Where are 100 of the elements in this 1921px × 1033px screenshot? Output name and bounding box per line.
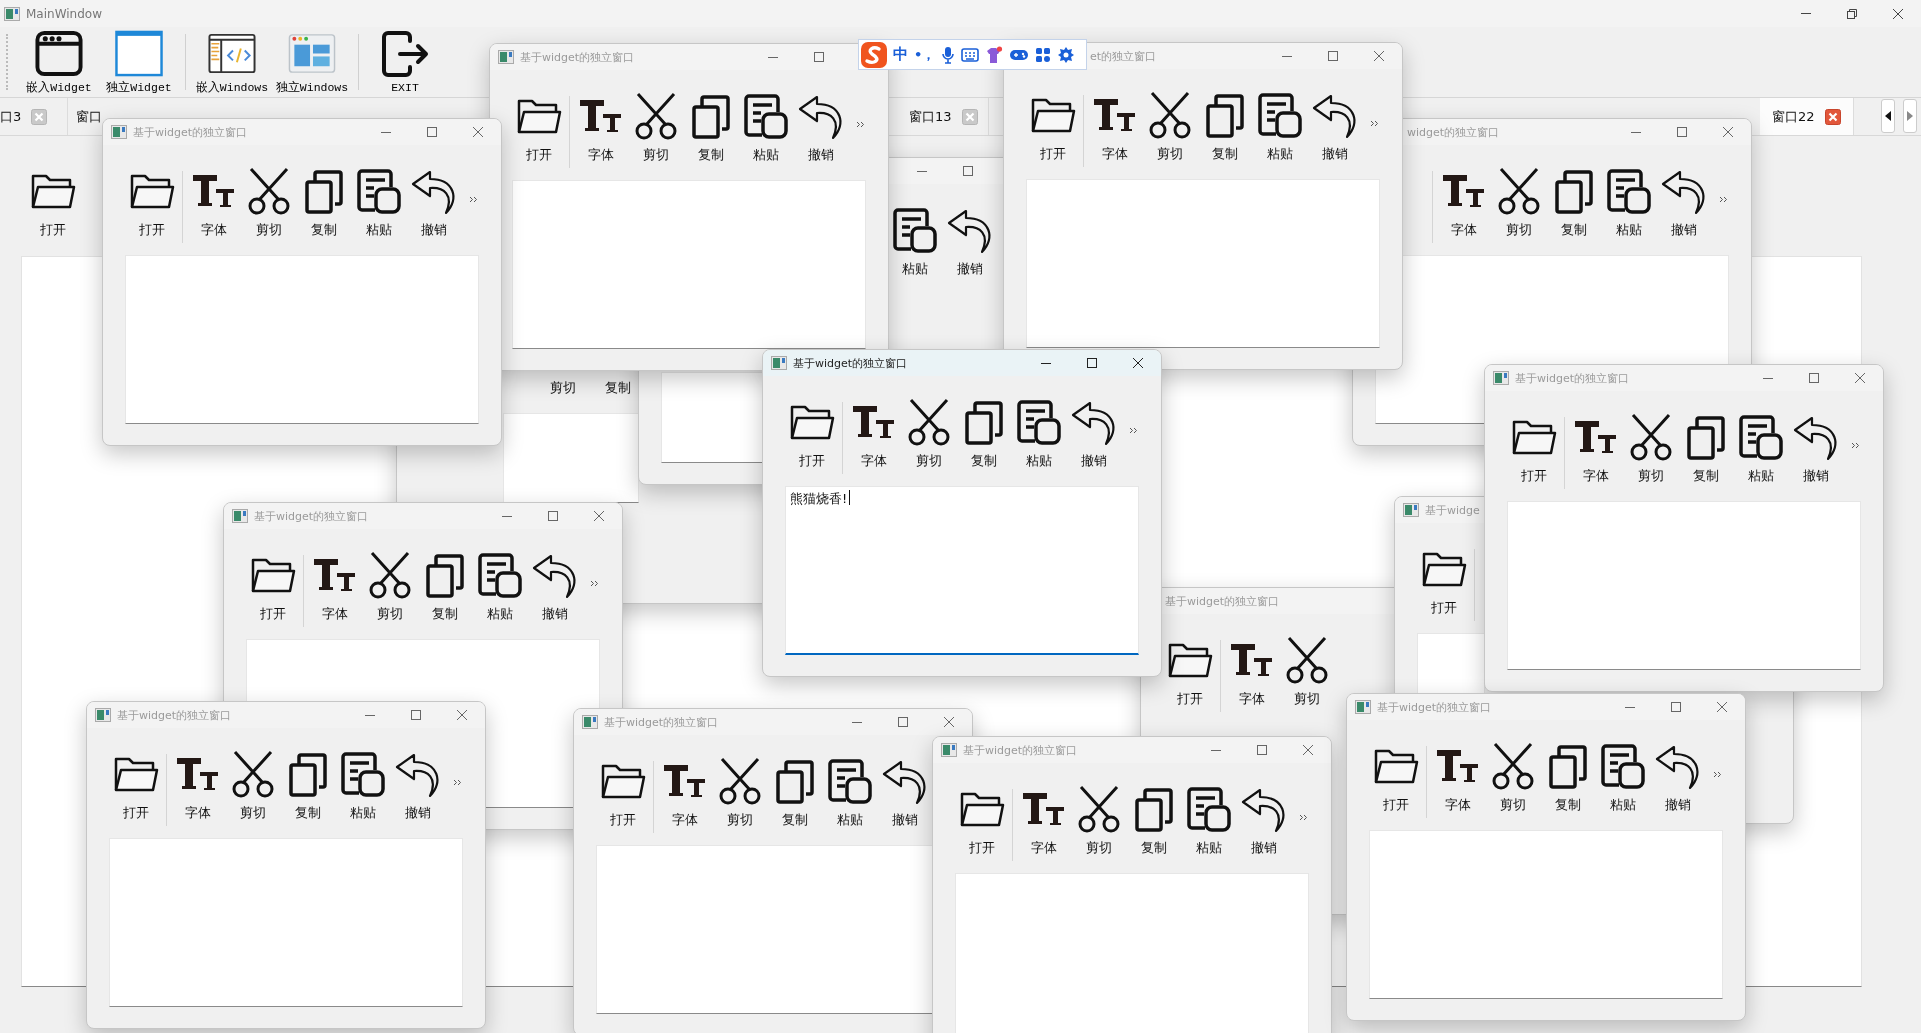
toolbar-button[interactable]: 粘贴 bbox=[472, 551, 527, 623]
tab[interactable]: 窗口22 bbox=[1760, 98, 1854, 135]
toolbar-button[interactable]: 剪切 bbox=[1485, 742, 1540, 814]
toolbar-button[interactable]: 粘贴 bbox=[738, 92, 793, 164]
toolbar-button[interactable]: 复制 bbox=[604, 379, 631, 397]
toolbar-button[interactable]: 粘贴 bbox=[335, 750, 390, 822]
toolbar-button[interactable]: 字体 bbox=[170, 750, 225, 822]
toolbar-button[interactable]: 复制 bbox=[1540, 742, 1595, 814]
text-area[interactable] bbox=[596, 845, 933, 1014]
scroll-left-button[interactable] bbox=[1881, 99, 1895, 133]
toolbar-button[interactable]: 复制 bbox=[956, 398, 1011, 470]
toolbar-button[interactable]: 剪切 bbox=[362, 551, 417, 623]
toolbar-button[interactable]: 字体 bbox=[1224, 636, 1279, 708]
tab-close-button[interactable] bbox=[1824, 108, 1841, 125]
toolbar-button[interactable]: 字体 bbox=[1568, 413, 1623, 485]
toolbar-button[interactable]: 粘贴 bbox=[1181, 785, 1236, 857]
text-area[interactable] bbox=[1417, 633, 1485, 694]
toolbar-button[interactable]: 字体 bbox=[1016, 785, 1071, 857]
toolbar-button[interactable]: 撤销 bbox=[1236, 785, 1291, 857]
toolbar-button[interactable]: 打开 bbox=[512, 92, 566, 164]
toolbar-button[interactable]: 打开 bbox=[596, 757, 650, 829]
toolbar-button[interactable]: 复制 bbox=[296, 167, 351, 239]
toolbar-button[interactable]: 复制 bbox=[1197, 91, 1252, 163]
toolbar-button[interactable]: 撤销 bbox=[1650, 742, 1705, 814]
toolbar-button[interactable]: 撤销 bbox=[390, 750, 445, 822]
gamepad-icon[interactable] bbox=[1009, 47, 1030, 62]
toolbar-button[interactable]: 字体 bbox=[307, 551, 362, 623]
toolbar-button[interactable]: 剪切 bbox=[225, 750, 280, 822]
toolbar-button[interactable]: 字体 bbox=[1430, 742, 1485, 814]
toolbar-button[interactable]: 撤销 bbox=[406, 167, 461, 239]
input-mode[interactable]: 中 bbox=[893, 45, 908, 64]
toolbar-button[interactable]: 独立Windows bbox=[272, 29, 352, 95]
toolbar-button[interactable]: 剪切 bbox=[628, 92, 683, 164]
toolbar-button[interactable]: EXIT bbox=[365, 29, 445, 95]
toolbar-button[interactable]: 字体 bbox=[1087, 91, 1142, 163]
microphone-icon[interactable] bbox=[941, 45, 956, 64]
toolbar-button[interactable]: 撤销 bbox=[1656, 167, 1711, 239]
toolbar-button[interactable]: 打开 bbox=[246, 551, 300, 623]
toolbar-button[interactable]: 剪切 bbox=[1491, 167, 1546, 239]
keyboard-icon[interactable] bbox=[961, 47, 980, 62]
toolbar-button[interactable]: 粘贴 bbox=[1011, 398, 1066, 470]
grid-icon[interactable] bbox=[1035, 46, 1052, 63]
toolbar-button[interactable]: 打开 bbox=[785, 398, 839, 470]
toolbar-button[interactable]: 粘贴 bbox=[887, 206, 942, 278]
toolbar-button[interactable]: 复制 bbox=[1126, 785, 1181, 857]
toolbar-button[interactable]: 剪切 bbox=[712, 757, 767, 829]
text-area[interactable] bbox=[125, 255, 479, 424]
toolbar-button[interactable]: 嵌入Windows bbox=[192, 29, 272, 95]
toolbar-button[interactable]: 撤销 bbox=[1788, 413, 1843, 485]
toolbar-button[interactable]: 复制 bbox=[1546, 167, 1601, 239]
toolbar-button[interactable]: 打开 bbox=[955, 785, 1009, 857]
toolbar-button[interactable]: 撤销 bbox=[1066, 398, 1121, 470]
toolbar-button[interactable]: 打开 bbox=[1369, 742, 1423, 814]
toolbar-button[interactable]: 打开 bbox=[125, 167, 179, 239]
toolbar-button[interactable]: 撤销 bbox=[793, 92, 848, 164]
toolbar-button[interactable]: 粘贴 bbox=[351, 167, 406, 239]
toolbar-button[interactable]: 剪切 bbox=[549, 379, 576, 397]
toolbar-button[interactable]: 粘贴 bbox=[1252, 91, 1307, 163]
toolbar-button[interactable]: 剪切 bbox=[1623, 413, 1678, 485]
toolbar-button[interactable]: 撤销 bbox=[527, 551, 582, 623]
toolbar-button[interactable]: 撤销 bbox=[877, 757, 932, 829]
toolbar-button[interactable]: 复制 bbox=[1678, 413, 1733, 485]
toolbar-button[interactable]: 复制 bbox=[417, 551, 472, 623]
toolbar-button[interactable]: 字体 bbox=[573, 92, 628, 164]
toolbar-button[interactable]: 字体 bbox=[657, 757, 712, 829]
toolbar-button[interactable]: 打开 bbox=[1507, 413, 1561, 485]
toolbar-button[interactable]: 复制 bbox=[683, 92, 738, 164]
toolbar-button[interactable]: 剪切 bbox=[901, 398, 956, 470]
toolbar-button[interactable]: 粘贴 bbox=[1733, 413, 1788, 485]
toolbar-button[interactable]: 撤销 bbox=[942, 206, 997, 278]
toolbar-button[interactable]: 复制 bbox=[767, 757, 822, 829]
text-area[interactable] bbox=[109, 838, 463, 1007]
toolbar-button[interactable]: 剪切 bbox=[1071, 785, 1126, 857]
toolbar-button[interactable]: 撤销 bbox=[1307, 91, 1362, 163]
toolbar-button[interactable]: 粘贴 bbox=[1595, 742, 1650, 814]
text-area[interactable] bbox=[955, 873, 1309, 1033]
toolbar-button[interactable]: 打开 bbox=[25, 167, 80, 239]
tab[interactable]: 口3 bbox=[0, 98, 68, 135]
toolbar-button[interactable]: 打开 bbox=[1163, 636, 1217, 708]
text-area[interactable] bbox=[661, 372, 763, 463]
toolbar-button[interactable]: 剪切 bbox=[1279, 636, 1334, 708]
toolbar-button[interactable]: 字体 bbox=[846, 398, 901, 470]
tab-close-button[interactable] bbox=[961, 108, 978, 125]
toolbar-button[interactable]: 独立Widget bbox=[99, 29, 179, 95]
toolbar-button[interactable]: 打开 bbox=[1026, 91, 1080, 163]
toolbar-button[interactable]: 嵌入Widget bbox=[19, 29, 99, 95]
toolbar-button[interactable]: 剪切 bbox=[241, 167, 296, 239]
toolbar-button[interactable]: 字体 bbox=[186, 167, 241, 239]
text-area[interactable] bbox=[1507, 501, 1861, 670]
toolbar-button[interactable]: 粘贴 bbox=[1601, 167, 1656, 239]
toolbar-button[interactable]: 复制 bbox=[280, 750, 335, 822]
toolbar-button[interactable]: 打开 bbox=[1417, 545, 1471, 617]
toolbar-button[interactable]: 剪切 bbox=[1142, 91, 1197, 163]
toolbar-button[interactable]: 字体 bbox=[1436, 167, 1491, 239]
tab-close-button[interactable] bbox=[31, 108, 48, 125]
toolbar-button[interactable]: 打开 bbox=[109, 750, 163, 822]
text-area[interactable] bbox=[1369, 830, 1723, 999]
shirt-icon[interactable] bbox=[985, 45, 1004, 64]
punctuation-mode[interactable]: •， bbox=[914, 45, 936, 64]
toolbar-button[interactable]: 粘贴 bbox=[822, 757, 877, 829]
